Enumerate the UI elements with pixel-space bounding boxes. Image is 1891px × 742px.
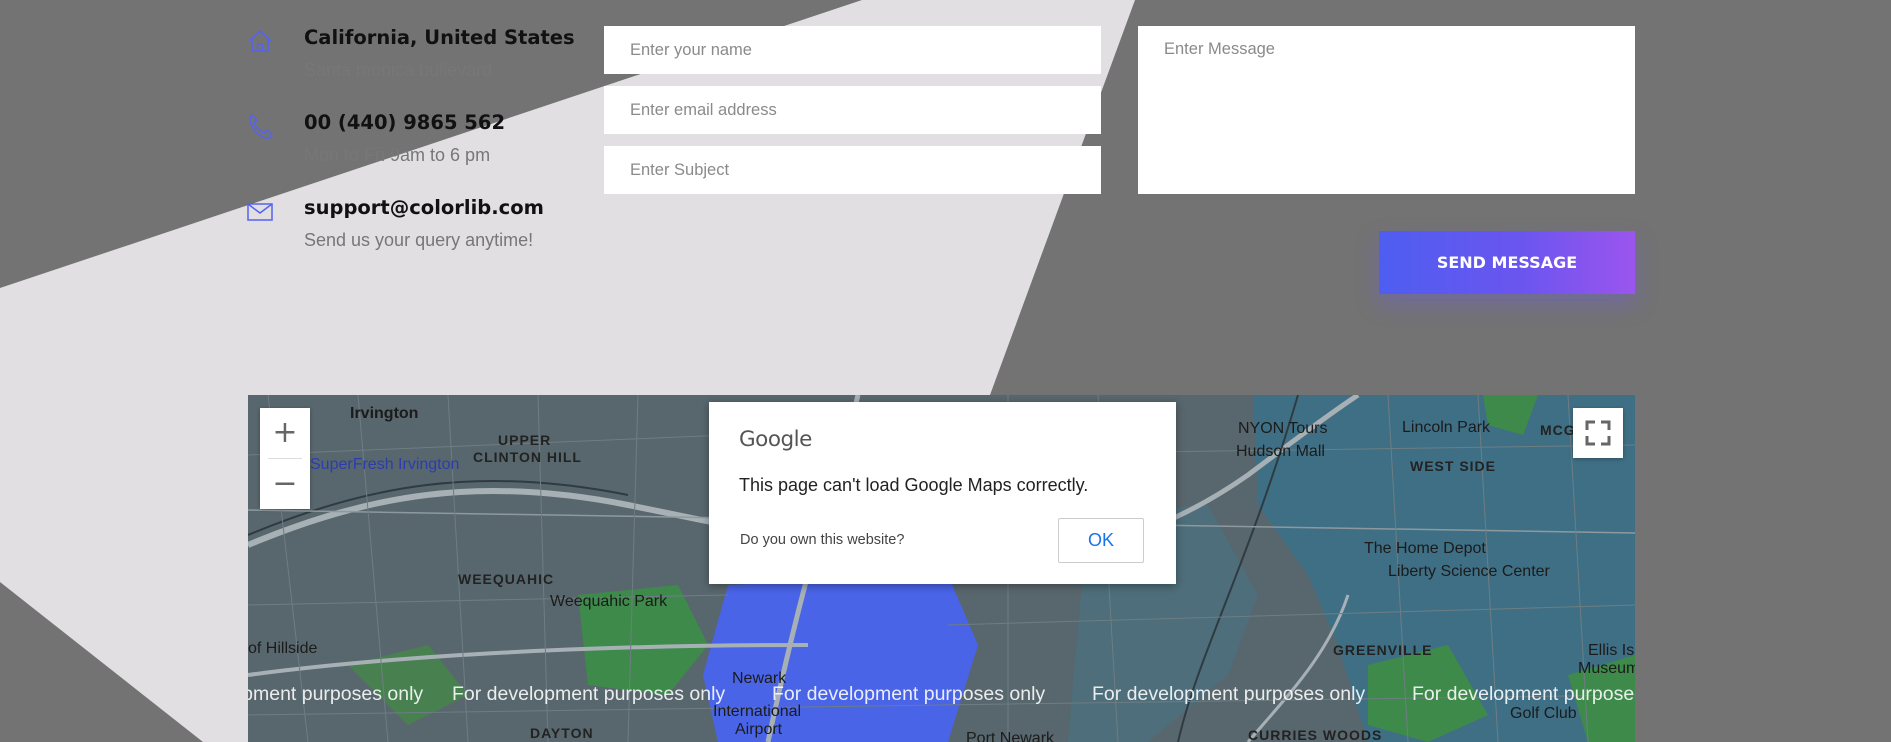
subject-input[interactable]	[604, 146, 1101, 194]
map-label-irvington: Irvington	[350, 405, 419, 422]
map-label-nyon-tours: NYON Tours	[1238, 420, 1328, 437]
map-watermark: For development purposes only	[248, 683, 424, 705]
map-watermark: For development purposes only	[1412, 683, 1635, 705]
map-label-curries-woods: CURRIES WOODS	[1248, 727, 1383, 742]
fullscreen-icon	[1585, 420, 1611, 446]
map-label-port-newark: Port Newark	[966, 730, 1055, 742]
zoom-out-button[interactable]: −	[260, 459, 310, 509]
maps-error-dialog: Google This page can't load Google Maps …	[709, 402, 1176, 584]
map-label-upper: UPPER	[498, 432, 552, 448]
map-label-museum: Museum o	[1578, 660, 1635, 677]
name-input[interactable]	[604, 26, 1101, 74]
map-label-clinton-hill: CLINTON HILL	[473, 449, 582, 465]
mail-icon	[245, 196, 275, 226]
map-label-weequahic: WEEQUAHIC	[458, 571, 555, 587]
address-title: California, United States	[304, 26, 575, 49]
message-textarea[interactable]	[1138, 26, 1635, 194]
fullscreen-button[interactable]	[1573, 408, 1623, 458]
email-subtitle: Send us your query anytime!	[304, 230, 534, 250]
map-watermark: For development purposes only	[1092, 683, 1366, 705]
send-message-button[interactable]: SEND MESSAGE	[1379, 231, 1635, 294]
phone-title: 00 (440) 9865 562	[304, 111, 506, 134]
own-website-link[interactable]: Do you own this website?	[740, 532, 904, 548]
map-label-home-depot: The Home Depot	[1364, 540, 1486, 557]
ok-button[interactable]: OK	[1058, 518, 1144, 563]
email-title: support@colorlib.com	[304, 196, 544, 219]
map-label-hudson-mall: Hudson Mall	[1236, 443, 1325, 460]
map-label-lincoln-park: Lincoln Park	[1402, 419, 1491, 436]
map-label-hillside: of Hillside	[248, 640, 318, 657]
phone-icon	[245, 111, 275, 141]
maps-error-message: This page can't load Google Maps correct…	[739, 475, 1089, 495]
map-watermark: For development purposes only	[772, 683, 1046, 705]
map-label-ellis: Ellis Is	[1588, 642, 1635, 659]
map-label-dayton: DAYTON	[530, 725, 594, 741]
zoom-control: + −	[260, 408, 310, 509]
google-logo: Google	[739, 427, 812, 452]
address-subtitle: Santa monica bullevard	[304, 60, 493, 80]
map-label-superfresh: SuperFresh Irvington	[310, 456, 460, 473]
zoom-in-button[interactable]: +	[260, 408, 310, 458]
map-label-west-side: WEST SIDE	[1410, 458, 1497, 474]
home-icon	[245, 26, 275, 56]
map-label-weequahic-park: Weequahic Park	[550, 593, 668, 610]
map-label-greenville: GREENVILLE	[1333, 642, 1433, 658]
map-label-liberty-science: Liberty Science Center	[1388, 563, 1550, 580]
map-watermark: For development purposes only	[452, 683, 726, 705]
map-label-airport: Airport	[735, 721, 783, 738]
map-label-golf-club: Golf Club	[1510, 705, 1577, 722]
phone-subtitle: Mon to Fri 9am to 6 pm	[304, 145, 491, 165]
email-input[interactable]	[604, 86, 1101, 134]
